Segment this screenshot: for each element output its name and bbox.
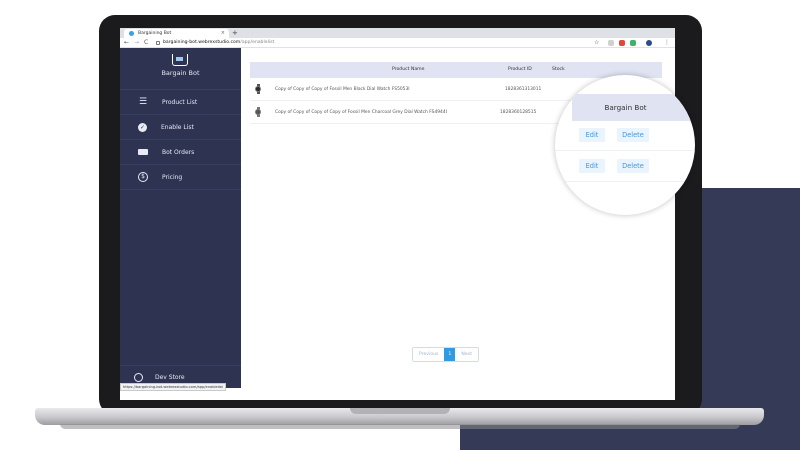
extension-red-icon[interactable]	[619, 40, 625, 46]
forward-icon[interactable]: →	[134, 38, 139, 48]
pagination: Previous 1 Next	[412, 347, 480, 362]
product-name: Copy of Copy of Copy of Copy of Fossil M…	[275, 110, 447, 115]
sidebar-item-label: Product List	[162, 98, 198, 106]
new-tab-button[interactable]: +	[232, 28, 238, 38]
back-icon[interactable]: ←	[124, 38, 129, 48]
sidebar-item-product-list[interactable]: ☰ Product List	[120, 90, 241, 115]
lens-row: Edit Delete	[555, 152, 695, 182]
sidebar-menu: ☰ Product List ✓ Enable List Bot Orders …	[120, 89, 241, 190]
delete-button[interactable]: Delete	[617, 128, 649, 142]
product-name: Copy of Copy of Copy of Fossil Men Black…	[275, 87, 410, 92]
lock-icon	[156, 41, 160, 45]
url-path: /app/enablelist	[240, 40, 275, 45]
sidebar-item-bot-orders[interactable]: Bot Orders	[120, 140, 241, 165]
stage: Bargaining Bot × + ← → C bargaining-bot.…	[0, 0, 800, 450]
header-stock: Stock	[552, 67, 565, 72]
watch-thumbnail-icon	[255, 107, 261, 117]
brand[interactable]: Bargain Bot	[120, 48, 241, 86]
next-button[interactable]: Next	[455, 348, 479, 361]
edit-button[interactable]: Edit	[579, 159, 605, 173]
sidebar-item-pricing[interactable]: $ Pricing	[120, 165, 241, 190]
extension-green-icon[interactable]	[630, 40, 636, 46]
sidebar-item-label: Bot Orders	[162, 148, 195, 156]
lens-header: Bargain Bot	[572, 94, 695, 121]
sidebar-item-label: Pricing	[162, 173, 183, 181]
watch-thumbnail-icon	[255, 84, 261, 94]
laptop-shadow	[60, 424, 740, 429]
dollar-icon: $	[138, 172, 148, 182]
list-icon: ☰	[138, 97, 148, 107]
favicon-icon	[129, 31, 134, 36]
reload-icon[interactable]: C	[144, 38, 148, 48]
status-bar-url: https://bargaining-bot.webrexstudio.com/…	[120, 383, 226, 391]
header-product-name: Product Name	[392, 67, 425, 72]
browser-tab[interactable]: Bargaining Bot ×	[124, 29, 229, 38]
delete-button[interactable]: Delete	[617, 159, 649, 173]
url-host: bargaining-bot.webrexstudio.com	[163, 40, 241, 45]
tab-title: Bargaining Bot	[138, 31, 172, 36]
profile-avatar-icon[interactable]	[646, 40, 652, 46]
cart-logo-icon	[172, 54, 188, 66]
magnifier-lens: Bargain Bot Edit Delete Edit Delete	[555, 75, 695, 215]
sidebar: Bargain Bot ☰ Product List ✓ Enable List…	[120, 48, 241, 388]
page-1-button[interactable]: 1	[444, 348, 456, 361]
header-product-id: Product ID	[508, 67, 532, 72]
previous-button[interactable]: Previous	[413, 348, 445, 361]
table-header: Product Name Product ID Stock	[250, 62, 662, 78]
edit-button[interactable]: Edit	[579, 128, 605, 142]
product-id: 1828361313011	[505, 87, 542, 92]
tab-close-icon[interactable]: ×	[221, 29, 225, 38]
lens-row: Edit Delete	[555, 121, 695, 151]
brand-name: Bargain Bot	[161, 69, 200, 77]
truck-icon	[138, 149, 148, 155]
laptop-notch	[350, 408, 450, 414]
store-name: Dev Store	[155, 373, 185, 381]
sidebar-item-label: Enable List	[161, 123, 194, 131]
browser-tabbar: Bargaining Bot × +	[120, 28, 675, 38]
check-circle-icon: ✓	[138, 122, 147, 132]
url-field[interactable]: bargaining-bot.webrexstudio.com/app/enab…	[163, 38, 274, 48]
product-id: 1828360128515	[500, 110, 537, 115]
browser-address-bar: ← → C bargaining-bot.webrexstudio.com/ap…	[120, 38, 675, 48]
sidebar-item-enable-list[interactable]: ✓ Enable List	[120, 115, 241, 140]
bookmark-star-icon[interactable]: ☆	[594, 38, 599, 48]
user-icon	[134, 372, 143, 382]
extension-icon[interactable]	[608, 40, 614, 46]
browser-menu-icon[interactable]: ⋮	[664, 38, 670, 48]
